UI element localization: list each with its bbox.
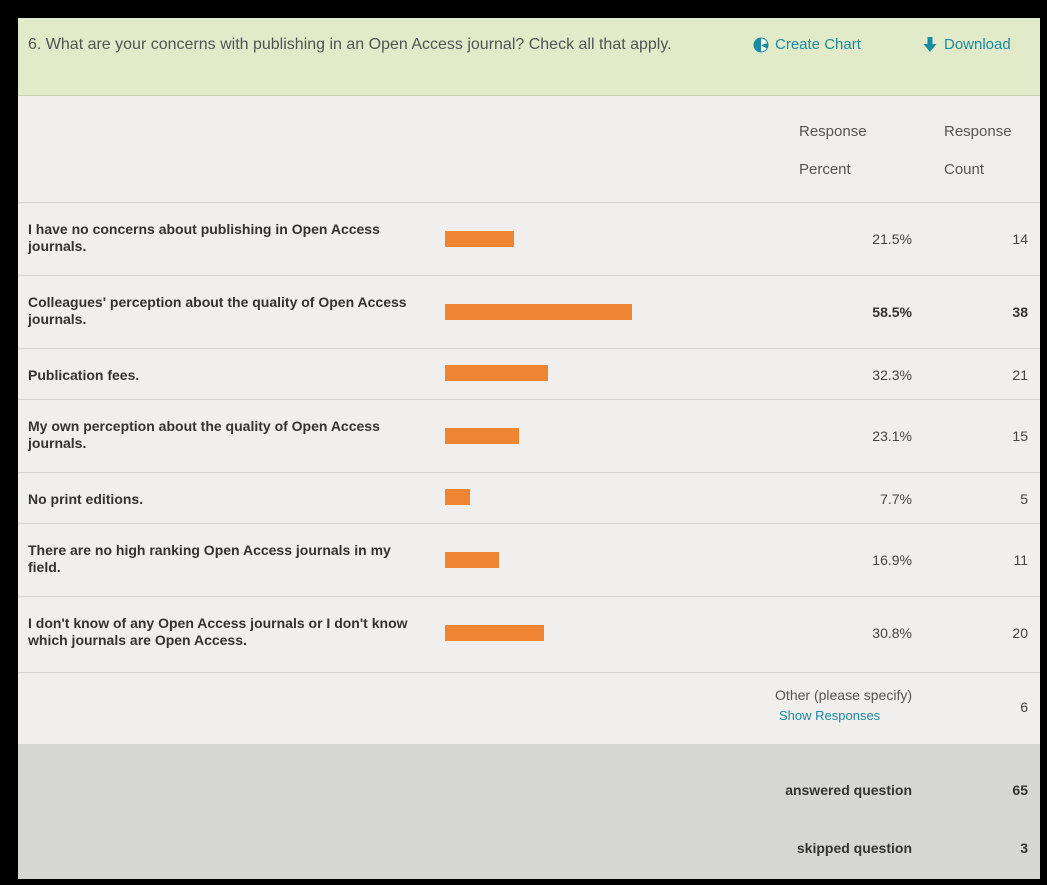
answer-label: No print editions. xyxy=(28,491,144,507)
answered-value: 65 xyxy=(1012,782,1028,798)
response-percent: 32.3% xyxy=(872,367,912,383)
answer-label: There are no high ranking Open Access jo… xyxy=(28,542,391,575)
skipped-label: skipped question xyxy=(796,840,912,856)
download-button[interactable]: Download xyxy=(922,35,1011,55)
response-row: I don't know of any Open Access journals… xyxy=(18,597,1040,673)
question-header: 6. What are your concerns with publishin… xyxy=(18,18,1040,96)
answered-label: answered question xyxy=(785,782,912,798)
response-percent: 7.7% xyxy=(880,491,912,507)
response-bar xyxy=(445,365,548,381)
answer-label: Colleagues' perception about the quality… xyxy=(28,294,407,327)
answer-label: Publication fees. xyxy=(28,367,140,383)
create-chart-button[interactable]: Create Chart xyxy=(753,35,861,55)
response-count-header-line1: Response xyxy=(944,123,1012,140)
summary-section: answered question 65 skipped question 3 xyxy=(18,744,1040,879)
response-count: 38 xyxy=(1012,304,1028,320)
column-header: Response Percent Response Count xyxy=(18,96,1040,203)
answer-label: My own perception about the quality of O… xyxy=(28,418,380,451)
response-bar xyxy=(445,552,499,568)
answer-label: I don't know of any Open Access journals… xyxy=(28,615,408,648)
response-row: My own perception about the quality of O… xyxy=(18,400,1040,473)
answer-label: I have no concerns about publishing in O… xyxy=(28,221,380,254)
other-row: Other (please specify) Show Responses 6 xyxy=(18,673,1040,743)
response-bar xyxy=(445,428,519,444)
pie-chart-icon xyxy=(753,37,769,53)
response-percent: 58.5% xyxy=(872,304,912,320)
response-count-header: Response Count xyxy=(944,113,1034,189)
response-bar xyxy=(445,625,544,641)
response-row: No print editions. 7.7% 5 xyxy=(18,473,1040,524)
response-count: 21 xyxy=(1012,367,1028,383)
download-arrow-icon xyxy=(923,37,937,52)
response-percent: 21.5% xyxy=(872,231,912,247)
response-percent-header-line1: Response xyxy=(799,123,867,140)
response-row: I have no concerns about publishing in O… xyxy=(18,203,1040,276)
response-percent: 23.1% xyxy=(872,428,912,444)
response-bar xyxy=(445,489,470,505)
other-label: Other (please specify) xyxy=(775,687,912,703)
response-count: 11 xyxy=(1013,552,1028,568)
response-bar xyxy=(445,231,514,247)
show-responses-link[interactable]: Show Responses xyxy=(779,708,880,723)
question-panel: 6. What are your concerns with publishin… xyxy=(18,18,1040,879)
response-count: 15 xyxy=(1012,428,1028,444)
response-count: 5 xyxy=(1020,491,1028,507)
response-percent: 30.8% xyxy=(872,625,912,641)
response-row: Colleagues' perception about the quality… xyxy=(18,276,1040,349)
response-percent-header: Response Percent xyxy=(799,113,909,189)
skipped-value: 3 xyxy=(1020,840,1028,856)
skipped-row: skipped question 3 xyxy=(18,828,1040,868)
response-bar xyxy=(445,304,632,320)
answered-row: answered question 65 xyxy=(18,770,1040,810)
response-row: There are no high ranking Open Access jo… xyxy=(18,524,1040,597)
other-count: 6 xyxy=(1020,699,1028,715)
response-count-header-line2: Count xyxy=(944,161,985,178)
response-row: Publication fees. 32.3% 21 xyxy=(18,349,1040,400)
response-percent-header-line2: Percent xyxy=(799,161,851,178)
download-label: Download xyxy=(944,36,1011,53)
question-title: 6. What are your concerns with publishin… xyxy=(28,36,672,53)
response-count: 20 xyxy=(1012,625,1028,641)
response-count: 14 xyxy=(1012,231,1028,247)
create-chart-label: Create Chart xyxy=(775,36,861,53)
response-percent: 16.9% xyxy=(872,552,912,568)
